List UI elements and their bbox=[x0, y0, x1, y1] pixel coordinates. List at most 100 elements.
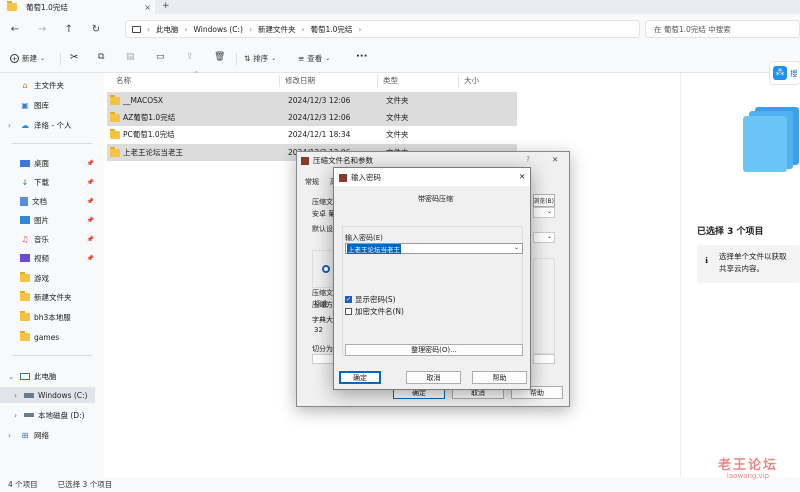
sidebar-item-windows-drive[interactable]: › Windows (C:) bbox=[0, 387, 95, 403]
sidebar-item-documents[interactable]: 文档 📌 bbox=[0, 193, 104, 209]
refresh-icon[interactable]: ↻ bbox=[87, 20, 105, 38]
archive-name-dropdown[interactable]: ⌄ bbox=[533, 207, 555, 218]
sidebar-item-label: Windows (C:) bbox=[38, 390, 88, 400]
column-header-date[interactable]: 修改日期 bbox=[285, 75, 315, 86]
more-button[interactable]: ··· bbox=[356, 51, 367, 62]
breadcrumb-folder1[interactable]: 新建文件夹 bbox=[258, 24, 296, 35]
table-row[interactable]: AZ葡萄1.0完结 2024/12/3 12:06 文件夹 bbox=[107, 109, 517, 126]
folder-icon bbox=[20, 311, 30, 321]
help-icon[interactable]: ? bbox=[526, 155, 530, 164]
tab-general[interactable]: 常规 bbox=[305, 177, 319, 187]
view-label: 查看 bbox=[307, 54, 323, 63]
help-label: 帮助 bbox=[530, 388, 544, 397]
archive-name-field[interactable]: 安卓 葡 bbox=[312, 209, 335, 219]
up-arrow-icon[interactable]: ↑ bbox=[60, 20, 78, 38]
sidebar-item-home[interactable]: ⌂ 主文件夹 bbox=[0, 77, 104, 93]
folder-icon bbox=[110, 146, 120, 157]
close-icon[interactable]: ✕ bbox=[552, 155, 558, 164]
close-icon[interactable]: ✕ bbox=[519, 172, 525, 181]
help-button[interactable]: 帮助 bbox=[472, 371, 527, 384]
share-icon[interactable]: ⇪ bbox=[186, 52, 194, 62]
home-icon: ⌂ bbox=[22, 80, 28, 90]
cloud-button[interactable]: ⁂ 搜 bbox=[769, 61, 800, 85]
column-header-type[interactable]: 类型 bbox=[383, 75, 398, 86]
default-profile-label: 默认设 bbox=[312, 225, 333, 233]
watermark: 老王论坛 laowang.vip bbox=[718, 454, 778, 480]
breadcrumb-pc[interactable]: 此电脑 bbox=[156, 24, 179, 35]
view-button[interactable]: ≡ 查看 ⌄ bbox=[298, 53, 330, 64]
cut-icon[interactable]: ✂ bbox=[70, 52, 78, 63]
profile-dropdown[interactable]: ⌄ bbox=[533, 232, 555, 243]
sidebar-item-label: bh3本地服 bbox=[34, 312, 71, 322]
info-icon: ℹ bbox=[705, 256, 709, 265]
copy-icon[interactable]: ⧉ bbox=[98, 52, 104, 62]
video-icon bbox=[20, 254, 30, 262]
divider bbox=[12, 355, 92, 356]
split-field[interactable] bbox=[312, 354, 334, 364]
table-row[interactable]: PC葡萄1.0完结 2024/12/1 18:34 文件夹 bbox=[107, 126, 517, 143]
rename-icon[interactable]: ▭ bbox=[156, 52, 165, 62]
sidebar-item-pictures[interactable]: 图片 📌 bbox=[0, 212, 104, 228]
details-pane: ⁂ 搜 已选择 3 个项目 ℹ 选择单个文件以获取 共享云内容。 bbox=[680, 61, 800, 477]
split-dropdown[interactable] bbox=[533, 354, 555, 364]
ok-button[interactable]: 确定 bbox=[339, 371, 381, 384]
sidebar-item-music[interactable]: ♫ 音乐 📌 bbox=[0, 231, 104, 247]
forward-arrow-icon[interactable]: → bbox=[33, 20, 51, 38]
encrypt-names-checkbox[interactable]: 加密文件名(N) bbox=[345, 306, 404, 317]
sidebar-item-folder[interactable]: games bbox=[0, 329, 104, 345]
pin-icon: 📌 bbox=[86, 178, 94, 186]
drive-icon bbox=[24, 392, 34, 398]
paste-icon[interactable]: ▤ bbox=[126, 52, 135, 62]
sort-button[interactable]: ⇅ 排序 ⌄ bbox=[244, 53, 276, 64]
column-header-size[interactable]: 大小 bbox=[464, 75, 479, 86]
dialog-title: 输入密码 bbox=[351, 173, 381, 182]
breadcrumb-drive[interactable]: Windows (C:) bbox=[194, 25, 243, 34]
tab-active[interactable]: 葡萄1.0完结 × bbox=[0, 0, 155, 14]
tab-close-icon[interactable]: × bbox=[144, 3, 151, 12]
breadcrumb-folder2[interactable]: 葡萄1.0完结 bbox=[310, 24, 352, 35]
checkbox-checked-icon: ✓ bbox=[345, 296, 352, 303]
sidebar-item-downloads[interactable]: ↓ 下载 📌 bbox=[0, 174, 104, 190]
tab-bar: 葡萄1.0完结 × + bbox=[0, 0, 800, 14]
dialog-titlebar: 压缩文件名和参数 bbox=[301, 155, 373, 166]
status-bar: 4 个项目 已选择 3 个项目 bbox=[0, 477, 800, 492]
radio-icon[interactable] bbox=[322, 265, 330, 273]
checkbox-unchecked-icon bbox=[345, 308, 352, 315]
new-button[interactable]: + 新建 ⌄ bbox=[10, 53, 45, 64]
sidebar-item-local-drive[interactable]: › 本地磁盘 (D:) bbox=[0, 407, 104, 423]
column-header-name[interactable]: 名称 bbox=[116, 75, 131, 86]
separator bbox=[60, 53, 61, 65]
delete-icon[interactable]: 🗑 bbox=[214, 52, 225, 62]
dictionary-value[interactable]: 32 bbox=[314, 326, 323, 334]
password-value: 上老王论坛当老王 bbox=[347, 243, 401, 254]
watermark-text: 老王论坛 bbox=[718, 458, 779, 473]
sidebar-item-label: 网络 bbox=[34, 430, 49, 440]
sidebar-item-desktop[interactable]: 桌面 📌 bbox=[0, 155, 104, 171]
manage-passwords-button[interactable]: 整理密码(O)... bbox=[345, 344, 523, 356]
method-value[interactable]: 标准 bbox=[314, 299, 328, 309]
new-tab-button[interactable]: + bbox=[162, 1, 170, 11]
sidebar-item-folder[interactable]: bh3本地服 bbox=[0, 309, 104, 325]
sidebar-item-this-pc[interactable]: ⌄ 此电脑 bbox=[0, 368, 104, 384]
sidebar-item-folder[interactable]: 新建文件夹 bbox=[0, 289, 104, 305]
sidebar-item-videos[interactable]: 视频 📌 bbox=[0, 250, 104, 266]
sidebar-item-gallery[interactable]: ▣ 图库 bbox=[0, 97, 104, 113]
search-input[interactable]: 在 葡萄1.0完结 中搜索 bbox=[645, 20, 800, 38]
winrar-icon bbox=[301, 156, 309, 165]
sidebar-item-onedrive[interactable]: › ☁ 泽络 - 个人 bbox=[0, 117, 104, 133]
dialog-title-wrap: 输入密码 bbox=[339, 172, 381, 183]
cancel-button[interactable]: 取消 bbox=[406, 371, 461, 384]
password-input[interactable]: 上老王论坛当老王 ⌄ bbox=[345, 243, 523, 254]
table-row[interactable]: __MACOSX 2024/12/3 12:06 文件夹 bbox=[107, 92, 517, 109]
sidebar-item-network[interactable]: › ⊞ 网络 bbox=[0, 427, 104, 443]
cloud-icon: ☁ bbox=[21, 120, 29, 130]
file-name: 上老王论坛当老王 bbox=[123, 148, 183, 157]
back-arrow-icon[interactable]: ← bbox=[6, 20, 24, 38]
breadcrumb[interactable]: › 此电脑 › Windows (C:) › 新建文件夹 › 葡萄1.0完结 › bbox=[125, 20, 640, 38]
sidebar-item-label: 新建文件夹 bbox=[34, 292, 72, 302]
browse-button[interactable]: 浏览(B)... bbox=[533, 194, 555, 207]
divider bbox=[12, 143, 92, 144]
show-password-checkbox[interactable]: ✓ 显示密码(S) bbox=[345, 294, 396, 305]
sidebar-item-folder[interactable]: 游戏 bbox=[0, 270, 104, 286]
options-group bbox=[533, 258, 555, 354]
